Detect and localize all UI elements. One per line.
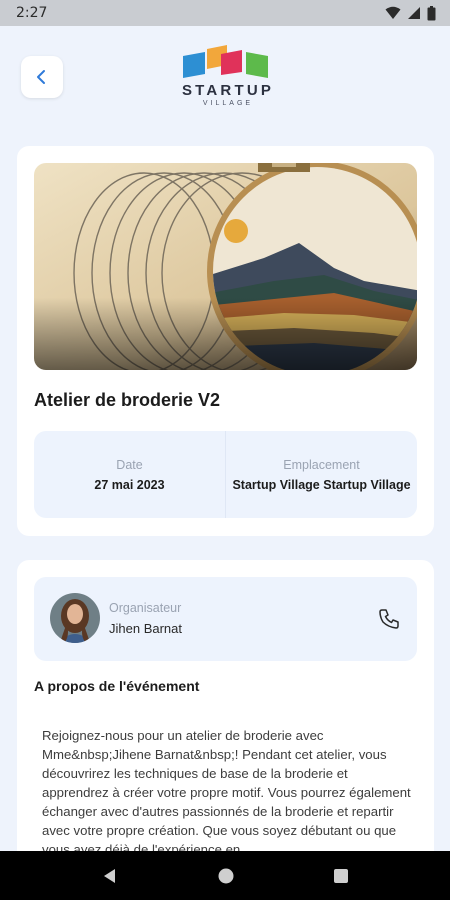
logo-text: STARTUP bbox=[181, 82, 275, 99]
date-label: Date bbox=[116, 457, 143, 472]
back-nav-icon[interactable] bbox=[101, 867, 119, 885]
home-nav-icon[interactable] bbox=[217, 867, 235, 885]
organizer-box: Organisateur Jihen Barnat bbox=[34, 577, 417, 661]
event-info-box: Date 27 mai 2023 Emplacement Startup Vil… bbox=[34, 431, 417, 518]
startup-village-logo: STARTUP VILLAGE bbox=[170, 44, 286, 110]
status-time: 2:27 bbox=[16, 5, 48, 21]
organizer-name: Jihen Barnat bbox=[109, 621, 182, 636]
navigation-bar bbox=[0, 851, 450, 900]
location-label: Emplacement bbox=[283, 457, 360, 472]
avatar bbox=[50, 593, 100, 643]
status-icons bbox=[385, 5, 436, 21]
battery-icon bbox=[427, 5, 436, 20]
event-card: Atelier de broderie V2 Date 27 mai 2023 … bbox=[17, 146, 434, 536]
organizer-label: Organisateur bbox=[109, 601, 182, 615]
about-title: A propos de l'événement bbox=[34, 678, 200, 694]
date-section: Date 27 mai 2023 bbox=[34, 431, 225, 518]
location-value: Startup Village Startup Village bbox=[232, 477, 411, 492]
event-title: Atelier de broderie V2 bbox=[34, 390, 221, 410]
about-text: Rejoignez-nous pour un atelier de broder… bbox=[42, 728, 411, 857]
signal-icon bbox=[408, 7, 420, 19]
organizer-card: Organisateur Jihen Barnat A propos de l'… bbox=[17, 560, 434, 900]
location-section: Emplacement Startup Village Startup Vill… bbox=[225, 431, 417, 518]
back-button[interactable] bbox=[21, 56, 63, 98]
status-bar: 2:27 bbox=[0, 0, 450, 26]
logo-subtext: VILLAGE bbox=[202, 100, 254, 107]
call-organizer-button[interactable] bbox=[375, 605, 403, 633]
date-value: 27 mai 2023 bbox=[94, 477, 165, 492]
event-image bbox=[34, 163, 417, 370]
recents-nav-icon[interactable] bbox=[333, 868, 349, 884]
phone-icon bbox=[379, 609, 399, 629]
wifi-icon bbox=[385, 6, 401, 19]
chevron-left-icon bbox=[37, 70, 45, 84]
logo-mark-icon bbox=[183, 45, 268, 78]
